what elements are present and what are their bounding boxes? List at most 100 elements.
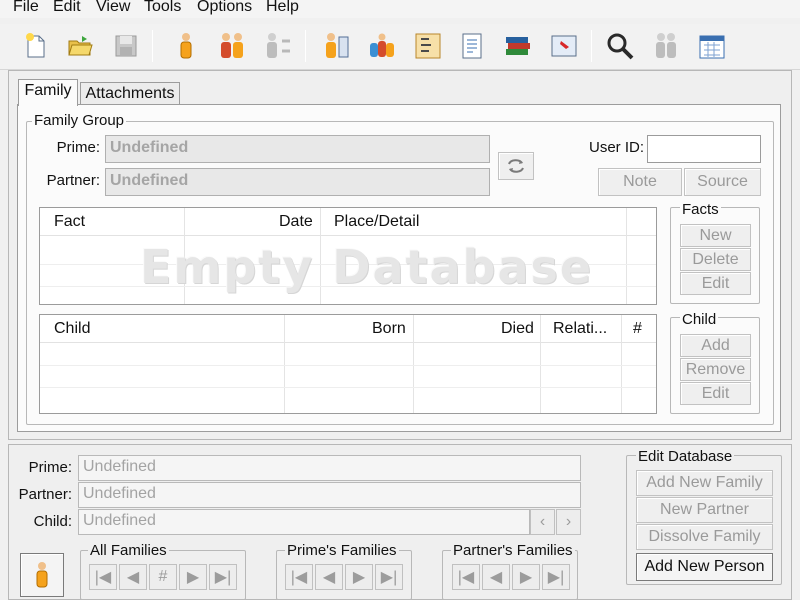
prime-next-button[interactable]: ▶ [345,564,373,590]
child-add-button[interactable]: Add [680,334,751,357]
person-button[interactable] [170,30,202,62]
books-button[interactable] [502,30,534,62]
all-first-button[interactable]: |◀ [89,564,117,590]
all-last-button[interactable]: ▶| [209,564,237,590]
user-id-input[interactable] [647,135,761,163]
prime-field[interactable]: Undefined [105,135,490,163]
pedigree-chart-button[interactable] [412,30,444,62]
pin-note-button[interactable] [548,30,580,62]
list-people-button[interactable] [320,30,352,62]
next-record-icon: ▶ [519,569,533,586]
prime-prev-button[interactable]: ◀ [315,564,343,590]
column-header-date[interactable]: Date [279,213,313,231]
prime-label: Prime: [56,139,100,156]
calendar-button[interactable] [696,30,728,62]
list-people-icon [326,33,349,58]
source-button[interactable]: Source [684,168,761,196]
menu-options[interactable]: Options [197,0,252,16]
chevron-right-icon: › [565,513,572,530]
row-divider [40,365,656,366]
prime-first-button[interactable]: |◀ [285,564,313,590]
partner-next-button[interactable]: ▶ [512,564,540,590]
all-next-button[interactable]: ▶ [179,564,207,590]
column-header-place-detail[interactable]: Place/Detail [334,213,419,231]
child-remove-button[interactable]: Remove [680,358,751,381]
people-grey-button[interactable] [650,30,682,62]
toolbar [0,24,800,70]
bottom-partner-label: Partner: [18,486,72,503]
all-goto-button[interactable]: # [149,564,177,590]
family-group-title: Family Group [32,112,127,129]
last-record-icon: ▶| [214,569,232,586]
column-divider [284,315,285,413]
bottom-prime-label: Prime: [28,459,72,476]
first-record-icon: |◀ [290,569,308,586]
column-header-number[interactable]: # [633,320,642,338]
children-table[interactable]: Child Born Died Relati... # [39,314,657,414]
open-folder-icon [68,36,93,56]
partner-field[interactable]: Undefined [105,168,490,196]
partner-prev-button[interactable]: ◀ [482,564,510,590]
column-header-child[interactable]: Child [54,320,90,338]
edit-database-title: Edit Database [636,448,735,465]
bottom-child-label: Child: [33,513,72,530]
column-header-died[interactable]: Died [501,320,534,338]
prime-last-button[interactable]: ▶| [375,564,403,590]
column-header-relationship[interactable]: Relati... [553,320,607,338]
column-header-fact[interactable]: Fact [54,213,85,231]
add-new-family-button[interactable]: Add New Family [636,470,773,496]
menu-tools[interactable]: Tools [144,0,181,16]
fact-delete-button[interactable]: Delete [680,248,751,271]
new-file-icon [26,33,45,58]
group-button[interactable] [366,30,398,62]
pedigree-chart-icon [415,33,441,59]
menu-bar: File Edit View Tools Options Help [0,0,800,18]
empty-database-watermark: Empty Database [140,240,594,294]
primes-families-title: Prime's Families [285,542,399,559]
new-partner-button[interactable]: New Partner [636,497,773,523]
prev-record-icon: ◀ [322,569,336,586]
bottom-partner-field[interactable]: Undefined [78,482,581,508]
note-button[interactable]: Note [598,168,682,196]
menu-edit[interactable]: Edit [53,0,81,16]
child-prev-button[interactable]: ‹ [530,509,555,535]
partner-first-button[interactable]: |◀ [452,564,480,590]
new-file-button[interactable] [20,30,52,62]
menu-file[interactable]: File [13,0,39,16]
all-prev-button[interactable]: ◀ [119,564,147,590]
menu-view[interactable]: View [96,0,130,16]
prev-record-icon: ◀ [489,569,503,586]
child-edit-button[interactable]: Edit [680,382,751,405]
bottom-child-field[interactable]: Undefined [78,509,530,535]
column-divider [626,208,627,304]
calendar-icon [699,35,725,59]
tab-family[interactable]: Family [18,79,78,106]
chevron-left-icon: ‹ [539,513,546,530]
facts-table-header: Fact Date Place/Detail [40,208,656,236]
menu-help[interactable]: Help [266,0,299,16]
children-table-header: Child Born Died Relati... # [40,315,656,343]
bottom-prime-field[interactable]: Undefined [78,455,581,481]
swap-partners-button[interactable] [498,152,534,180]
report-button[interactable] [456,30,488,62]
add-new-person-button[interactable]: Add New Person [636,553,773,581]
fact-edit-button[interactable]: Edit [680,272,751,295]
family-button[interactable] [216,30,248,62]
child-next-button[interactable]: › [556,509,581,535]
partner-last-button[interactable]: ▶| [542,564,570,590]
hash-icon: # [158,568,168,585]
partners-families-title: Partner's Families [451,542,575,559]
open-button[interactable] [64,30,96,62]
swap-persons-icon [267,33,290,58]
person-detail-button[interactable] [20,553,64,597]
dissolve-family-button[interactable]: Dissolve Family [636,524,773,550]
save-button[interactable] [110,30,142,62]
toolbar-separator [591,30,592,62]
search-button[interactable] [604,30,636,62]
fact-new-button[interactable]: New [680,224,751,247]
next-record-icon: ▶ [352,569,366,586]
column-header-born[interactable]: Born [372,320,406,338]
swap-persons-button[interactable] [262,30,294,62]
first-record-icon: |◀ [94,569,112,586]
tab-attachments[interactable]: Attachments [80,82,180,105]
